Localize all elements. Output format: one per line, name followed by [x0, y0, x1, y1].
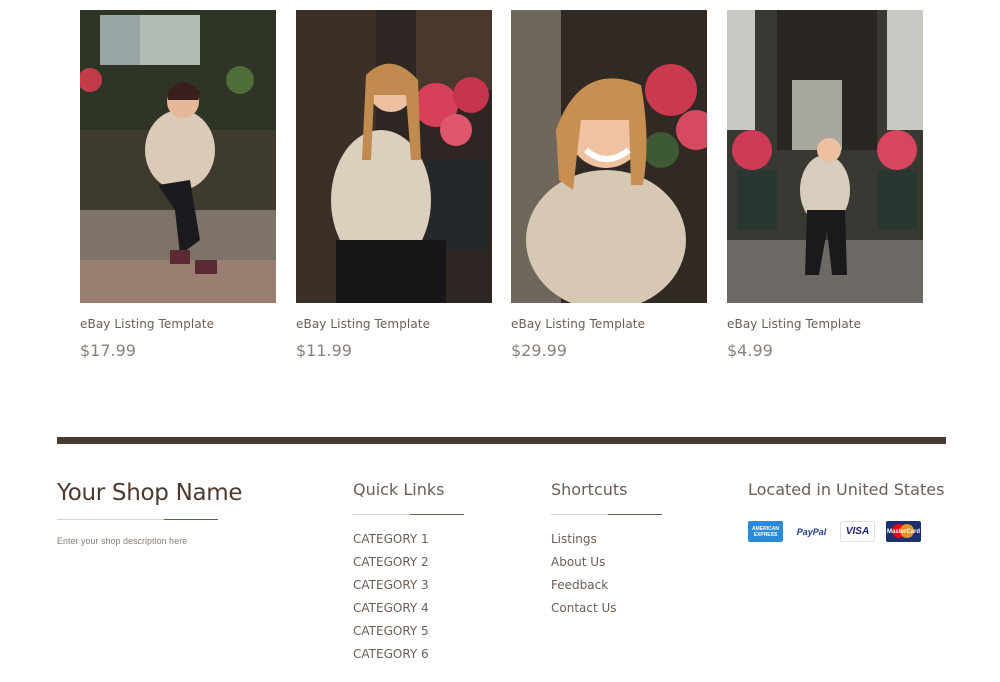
product-photo[interactable]: [296, 10, 492, 303]
shortcuts-underline: [551, 514, 662, 515]
product-price: $29.99: [511, 341, 567, 360]
quick-link-category-6[interactable]: CATEGORY 6: [353, 643, 429, 666]
location-title: Located in United States: [748, 480, 945, 499]
shortcut-feedback[interactable]: Feedback: [551, 574, 617, 597]
quick-links-column: Quick Links: [353, 480, 444, 499]
shortcut-contact-us[interactable]: Contact Us: [551, 597, 617, 620]
quick-links-underline: [353, 514, 464, 515]
footer-divider: [57, 437, 946, 444]
product-price: $11.99: [296, 341, 352, 360]
product-photo[interactable]: [727, 10, 923, 303]
shortcut-listings[interactable]: Listings: [551, 528, 617, 551]
quick-link-category-3[interactable]: CATEGORY 3: [353, 574, 429, 597]
product-price: $4.99: [727, 341, 773, 360]
quick-links-list: CATEGORY 1 CATEGORY 2 CATEGORY 3 CATEGOR…: [353, 528, 429, 666]
visa-card-icon: VISA: [840, 521, 875, 542]
quick-link-category-5[interactable]: CATEGORY 5: [353, 620, 429, 643]
shop-name-underline: [57, 519, 218, 520]
shop-description: Enter your shop description here: [57, 536, 188, 546]
shop-name: Your Shop Name: [57, 480, 243, 506]
product-card[interactable]: eBay Listing Template $11.99: [296, 10, 492, 360]
product-name[interactable]: eBay Listing Template: [727, 317, 923, 331]
product-name[interactable]: eBay Listing Template: [296, 317, 492, 331]
quick-link-category-2[interactable]: CATEGORY 2: [353, 551, 429, 574]
paypal-icon: PayPal: [794, 521, 829, 542]
product-photo[interactable]: [511, 10, 707, 303]
shortcut-about-us[interactable]: About Us: [551, 551, 617, 574]
quick-links-title: Quick Links: [353, 480, 445, 499]
shortcuts-title: Shortcuts: [551, 480, 628, 499]
product-photo[interactable]: [80, 10, 276, 303]
product-name[interactable]: eBay Listing Template: [80, 317, 276, 331]
product-name[interactable]: eBay Listing Template: [511, 317, 707, 331]
quick-link-category-1[interactable]: CATEGORY 1: [353, 528, 429, 551]
product-card[interactable]: eBay Listing Template $17.99: [80, 10, 276, 360]
shortcuts-column: Shortcuts: [551, 480, 627, 499]
amex-card-icon: AMERICAN EXPRESS: [748, 521, 783, 542]
shortcuts-list: Listings About Us Feedback Contact Us: [551, 528, 617, 620]
mastercard-icon: MasterCard: [886, 521, 921, 542]
product-card[interactable]: eBay Listing Template $4.99: [727, 10, 923, 360]
product-price: $17.99: [80, 341, 136, 360]
product-card[interactable]: eBay Listing Template $29.99: [511, 10, 707, 360]
quick-link-category-4[interactable]: CATEGORY 4: [353, 597, 429, 620]
product-grid: eBay Listing Template $17.99 eBay Listin…: [0, 0, 1000, 380]
location-column: Located in United States: [748, 480, 944, 499]
payment-methods: AMERICAN EXPRESS PayPal VISA MasterCard: [748, 521, 921, 542]
